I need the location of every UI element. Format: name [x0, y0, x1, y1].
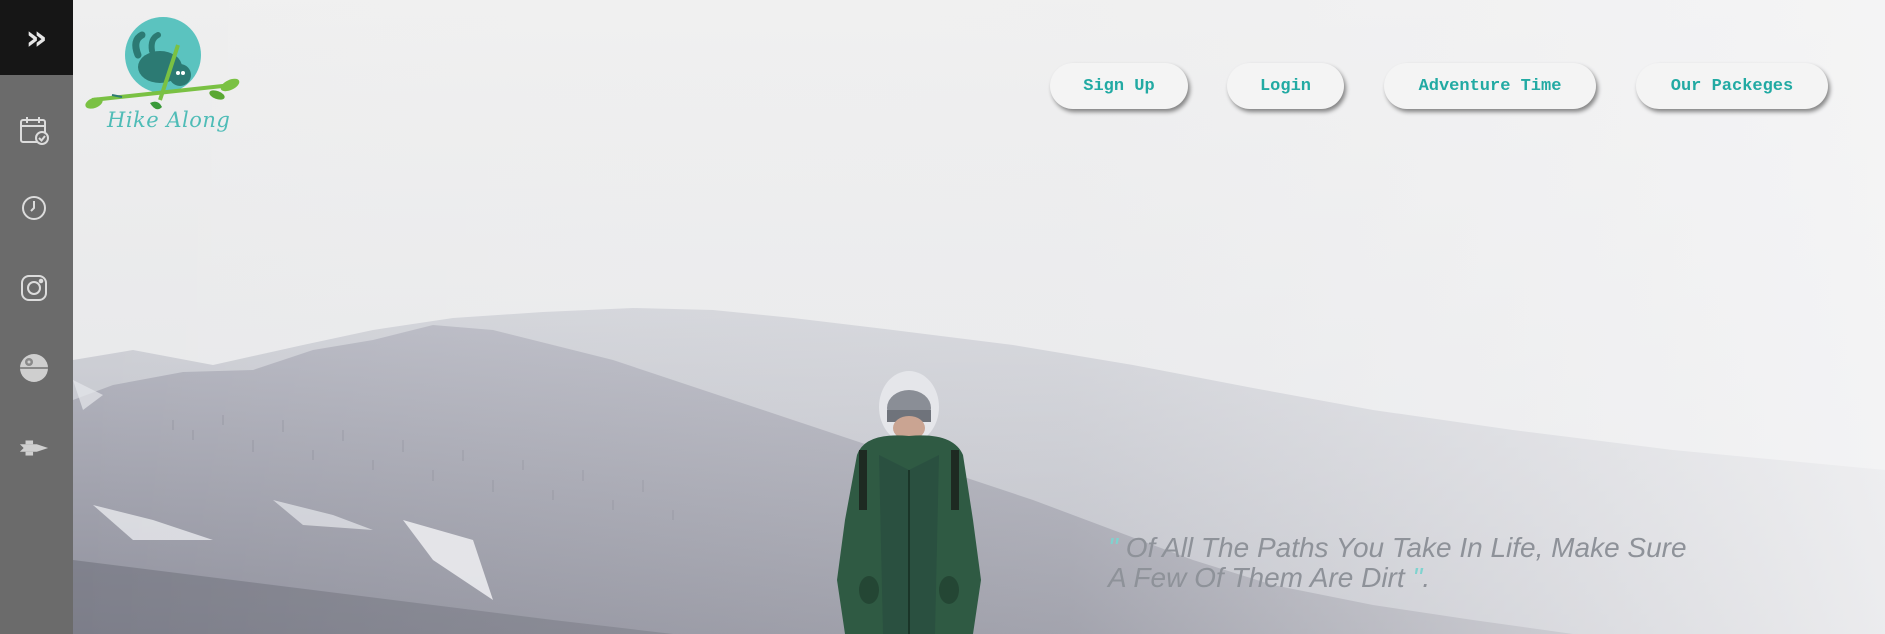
quote-period: . [1422, 562, 1431, 593]
sidebar-toggle-button[interactable]: » [0, 0, 73, 75]
our-packages-button[interactable]: Our Packeges [1636, 63, 1828, 109]
logo-text: Hike Along [107, 108, 231, 132]
sidebar: » [0, 0, 73, 634]
spaceship-icon[interactable] [18, 432, 50, 464]
login-button[interactable]: Login [1227, 63, 1344, 109]
sign-up-button[interactable]: Sign Up [1050, 63, 1188, 109]
quote-close-mark: " [1412, 562, 1423, 593]
double-chevron-right-icon: » [25, 17, 48, 58]
death-star-icon[interactable] [18, 352, 50, 384]
instagram-icon[interactable] [18, 272, 50, 304]
adventure-time-button[interactable]: Adventure Time [1384, 63, 1596, 109]
calendar-check-icon[interactable] [18, 114, 50, 146]
hero-quote: " Of All The Paths You Take In Life, Mak… [1108, 533, 1788, 593]
clock-icon[interactable] [18, 192, 50, 224]
quote-open-mark: " [1108, 532, 1118, 563]
quote-line-1: Of All The Paths You Take In Life, Make … [1117, 532, 1687, 563]
quote-line-2: A Few Of Them Are Dirt [1108, 562, 1413, 593]
